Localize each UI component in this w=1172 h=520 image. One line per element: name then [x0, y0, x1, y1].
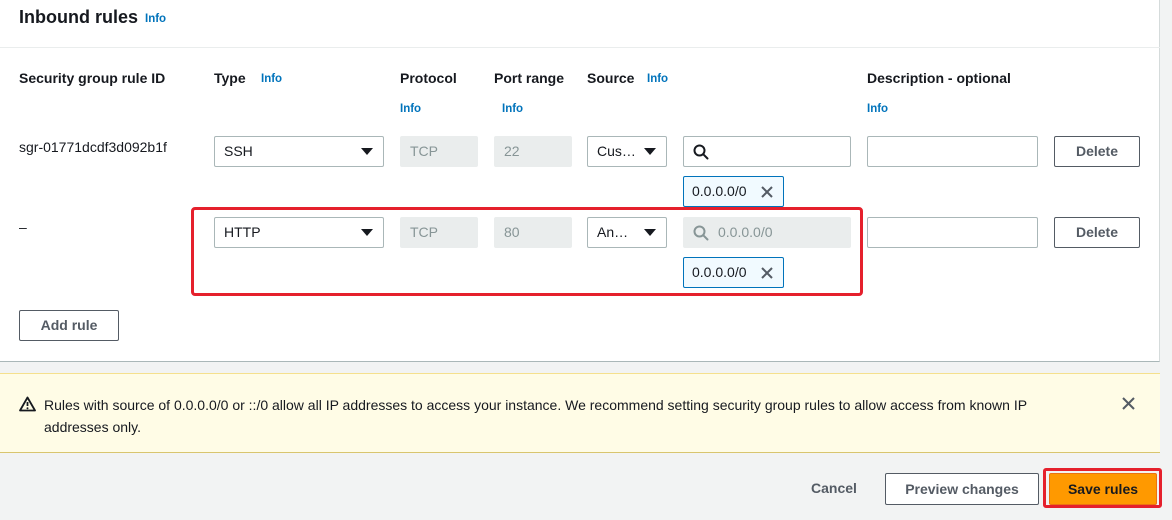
- delete-button[interactable]: Delete: [1054, 217, 1140, 248]
- inbound-rules-panel: Inbound rules Info Security group rule I…: [0, 0, 1160, 362]
- panel-header: Inbound rules Info: [0, 0, 1160, 48]
- section-info-link[interactable]: Info: [145, 13, 166, 25]
- preview-changes-button[interactable]: Preview changes: [885, 473, 1039, 505]
- cancel-button[interactable]: Cancel: [796, 473, 872, 505]
- col-description-info-link[interactable]: Info: [867, 103, 888, 115]
- source-type-select[interactable]: Cus…: [587, 136, 667, 167]
- description-input[interactable]: [867, 136, 1038, 167]
- source-token: 0.0.0.0/0: [683, 176, 784, 207]
- col-port-info-link[interactable]: Info: [502, 103, 523, 115]
- protocol-field: TCP: [400, 136, 478, 167]
- type-select-value: SSH: [224, 143, 253, 159]
- save-rules-button[interactable]: Save rules: [1049, 473, 1157, 505]
- highlight-outline: [191, 207, 863, 296]
- section-title: Inbound rules: [19, 7, 138, 27]
- caret-down-icon: [361, 148, 373, 155]
- warning-icon: [19, 396, 36, 412]
- col-protocol-info-link[interactable]: Info: [400, 103, 421, 115]
- add-rule-button[interactable]: Add rule: [19, 310, 119, 341]
- protocol-value: TCP: [410, 143, 438, 159]
- warning-alert: Rules with source of 0.0.0.0/0 or ::/0 a…: [0, 373, 1160, 453]
- col-protocol: Protocol: [400, 70, 457, 86]
- source-type-value: Cus…: [597, 143, 636, 159]
- delete-button[interactable]: Delete: [1054, 136, 1140, 167]
- col-source-info-link[interactable]: Info: [647, 73, 668, 85]
- close-icon[interactable]: [1121, 396, 1136, 411]
- search-icon: [693, 144, 709, 160]
- col-port-range: Port range: [494, 70, 565, 86]
- col-description: Description - optional: [867, 70, 1011, 86]
- rule-id-cell: sgr-01771dcdf3d092b1f: [19, 139, 167, 155]
- col-source: Source: [587, 70, 635, 86]
- source-token-label: 0.0.0.0/0: [692, 183, 747, 199]
- col-type: Type: [214, 70, 246, 86]
- warning-message: Rules with source of 0.0.0.0/0 or ::/0 a…: [44, 397, 1027, 435]
- type-select[interactable]: SSH: [214, 136, 384, 167]
- col-type-info-link[interactable]: Info: [261, 73, 282, 85]
- port-range-value: 22: [504, 143, 520, 159]
- dismiss-token-icon[interactable]: [760, 185, 774, 199]
- rule-id-cell: –: [19, 219, 27, 235]
- description-input[interactable]: [867, 217, 1038, 248]
- port-range-field: 22: [494, 136, 572, 167]
- source-search-input[interactable]: [683, 136, 851, 167]
- col-rule-id: Security group rule ID: [19, 70, 166, 86]
- caret-down-icon: [644, 148, 656, 155]
